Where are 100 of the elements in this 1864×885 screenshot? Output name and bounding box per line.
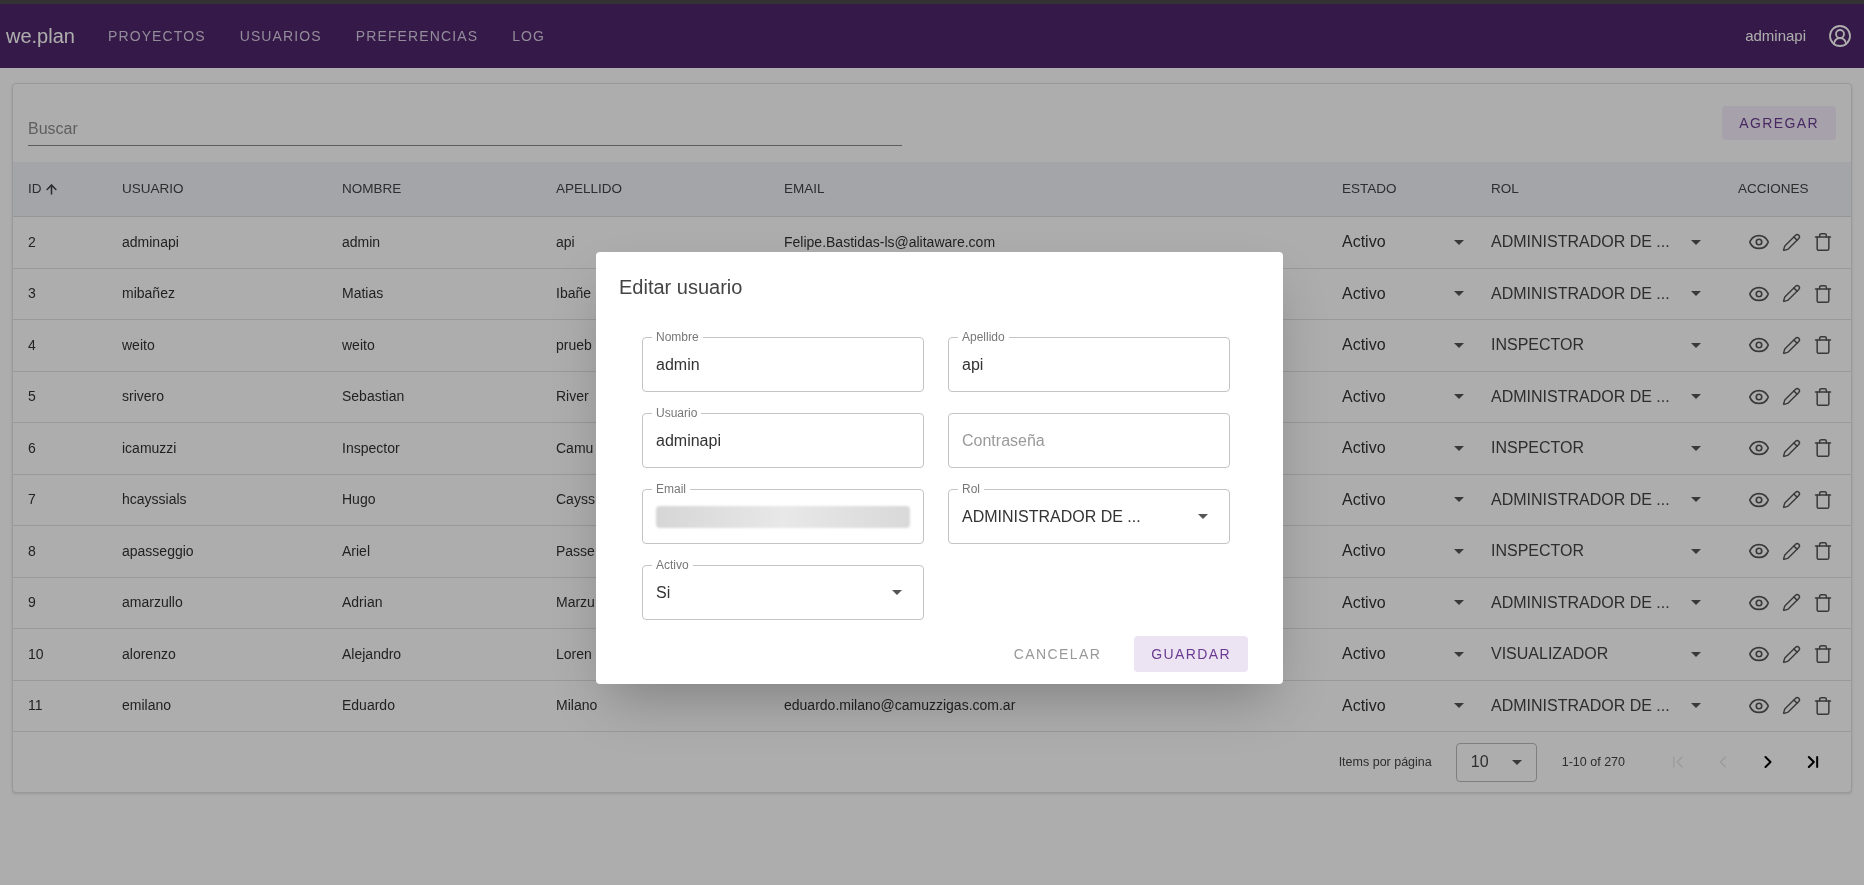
table-cell-text: River <box>556 387 589 407</box>
caret-icon <box>1691 445 1701 451</box>
caret-icon <box>1691 394 1701 400</box>
table-cell-text: 4 <box>28 335 36 355</box>
column-header[interactable]: ESTADO <box>1342 178 1397 200</box>
role-select[interactable]: INSPECTOR <box>1491 539 1701 564</box>
status-select[interactable]: Activo <box>1342 487 1464 512</box>
table-cell-text: 11 <box>28 696 43 716</box>
caret-icon <box>1691 497 1701 503</box>
table-cell-text: 10 <box>28 644 44 664</box>
role-select[interactable]: ADMINISTRADOR DE ... <box>1491 230 1701 255</box>
edit-icon[interactable] <box>1782 387 1801 407</box>
app-logo[interactable]: we.plan <box>6 21 75 51</box>
edit-icon[interactable] <box>1782 438 1801 458</box>
table-cell-text: Hugo <box>342 490 376 510</box>
column-header[interactable]: USUARIO <box>122 178 184 200</box>
role-select[interactable]: ADMINISTRADOR DE ... <box>1491 693 1701 718</box>
status-select[interactable]: Activo <box>1342 384 1464 409</box>
table-cell-text: Loren <box>556 644 592 664</box>
table-cell-text: Passe <box>556 541 595 561</box>
delete-icon[interactable] <box>1813 386 1833 407</box>
column-header[interactable]: NOMBRE <box>342 178 402 200</box>
user-name[interactable]: adminapi <box>1745 24 1806 48</box>
caret-icon <box>1691 600 1701 606</box>
delete-icon[interactable] <box>1813 232 1833 253</box>
status-select[interactable]: Activo <box>1342 230 1464 255</box>
role-select[interactable]: INSPECTOR <box>1491 333 1701 358</box>
save-button[interactable]: GUARDAR <box>1134 636 1248 672</box>
delete-icon[interactable] <box>1813 335 1833 356</box>
table-cell-text: weito <box>342 335 375 355</box>
delete-icon[interactable] <box>1813 695 1833 716</box>
caret-icon <box>1454 239 1464 245</box>
search-field[interactable]: Buscar <box>28 117 902 146</box>
edit-icon[interactable] <box>1782 335 1801 355</box>
role-select[interactable]: ADMINISTRADOR DE ... <box>1491 384 1701 409</box>
table-cell-text: srivero <box>122 387 164 407</box>
column-header[interactable]: APELLIDO <box>556 178 623 200</box>
table-cell-text: hcayssials <box>122 490 187 510</box>
delete-icon[interactable] <box>1813 592 1833 613</box>
caret-icon <box>1511 759 1522 765</box>
column-header[interactable]: ROL <box>1491 178 1519 200</box>
edit-icon[interactable] <box>1782 232 1801 252</box>
dialog-title: Editar usuario <box>619 275 744 300</box>
table-cell-text: emilano <box>122 696 172 716</box>
nav-link[interactable]: USUARIOS <box>222 25 339 47</box>
caret-icon <box>1691 703 1701 709</box>
field-label: Nombre <box>652 331 703 343</box>
nav-link[interactable]: PROYECTOS <box>90 25 223 47</box>
page-size-select[interactable]: 10 <box>1455 742 1537 782</box>
edit-icon[interactable] <box>1782 644 1801 664</box>
table-cell-text: Felipe.Bastidas-ls@alitaware.com <box>784 232 996 252</box>
status-select[interactable]: Activo <box>1342 281 1464 306</box>
field-label: Rol <box>958 483 984 495</box>
caret-icon <box>1454 342 1464 348</box>
delete-icon[interactable] <box>1813 644 1833 665</box>
caret-icon <box>1454 651 1464 657</box>
table-cell-text: Eduardo <box>342 696 395 716</box>
account-icon[interactable] <box>1828 24 1852 48</box>
edit-icon[interactable] <box>1782 541 1801 561</box>
caret-icon <box>1454 600 1464 606</box>
status-select[interactable]: Activo <box>1342 590 1464 615</box>
role-select[interactable]: ADMINISTRADOR DE ... <box>1491 281 1701 306</box>
delete-icon[interactable] <box>1813 283 1833 304</box>
caret-icon <box>1691 239 1701 245</box>
status-select[interactable]: Activo <box>1342 436 1464 461</box>
table-cell-text: Camu <box>556 438 594 458</box>
role-select[interactable]: VISUALIZADOR <box>1491 642 1701 667</box>
table-cell-text: apasseggio <box>122 541 194 561</box>
status-select[interactable]: Activo <box>1342 333 1464 358</box>
edit-icon[interactable] <box>1782 593 1801 613</box>
table-cell-text: mibañez <box>122 284 175 304</box>
edit-icon[interactable] <box>1782 696 1801 716</box>
status-select[interactable]: Activo <box>1342 539 1464 564</box>
role-select[interactable]: ADMINISTRADOR DE ... <box>1491 487 1701 512</box>
nav-link[interactable]: LOG <box>495 25 563 47</box>
caret-icon <box>1454 497 1464 503</box>
status-select[interactable]: Activo <box>1342 693 1464 718</box>
caret-icon <box>1691 548 1701 554</box>
status-select[interactable]: Activo <box>1342 642 1464 667</box>
delete-icon[interactable] <box>1813 438 1833 459</box>
table-cell-text: Cayss <box>556 490 595 510</box>
table-cell-text: 8 <box>28 541 36 561</box>
table-cell-text: 7 <box>28 490 36 510</box>
caret-icon <box>1454 703 1464 709</box>
delete-icon[interactable] <box>1813 489 1833 510</box>
delete-icon[interactable] <box>1813 541 1833 562</box>
field-label: Usuario <box>652 407 702 419</box>
column-header[interactable]: EMAIL <box>784 178 825 200</box>
column-header[interactable]: ACCIONES <box>1738 178 1809 200</box>
nav-link[interactable]: PREFERENCIAS <box>338 25 496 47</box>
edit-icon[interactable] <box>1782 490 1801 510</box>
caret-icon <box>1691 342 1701 348</box>
caret-icon <box>1691 291 1701 297</box>
add-button[interactable]: AGREGAR <box>1722 106 1836 140</box>
role-select[interactable]: ADMINISTRADOR DE ... <box>1491 590 1701 615</box>
column-header[interactable]: ID <box>28 178 42 200</box>
table-cell-text: weito <box>122 335 155 355</box>
edit-icon[interactable] <box>1782 284 1801 304</box>
role-select[interactable]: INSPECTOR <box>1491 436 1701 461</box>
table-cell-text: Marzu <box>556 593 595 613</box>
